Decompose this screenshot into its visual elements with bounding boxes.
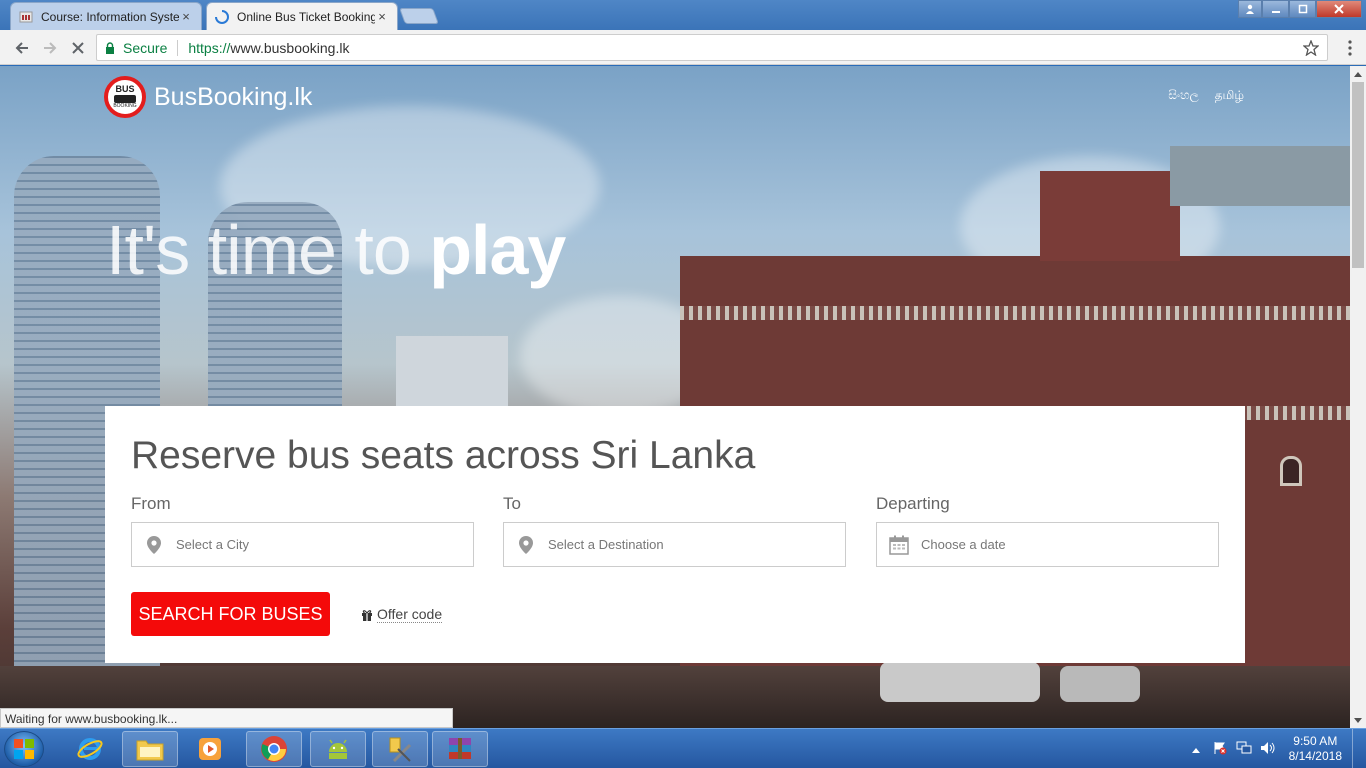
departing-label: Departing: [876, 494, 950, 513]
internet-explorer-icon: [77, 738, 103, 760]
loading-spinner-icon: [215, 9, 229, 24]
close-icon: [72, 42, 84, 54]
close-tab-icon[interactable]: ×: [179, 9, 193, 24]
from-city-input[interactable]: Select a City: [131, 522, 474, 567]
android-icon: [329, 739, 347, 759]
from-label: From: [131, 494, 171, 513]
site-logo[interactable]: BUS BOOKING BusBooking.lk: [104, 76, 312, 118]
stop-loading-button[interactable]: [66, 36, 90, 60]
offer-code-link[interactable]: Offer code: [361, 606, 443, 623]
taskbar-winrar[interactable]: [432, 731, 488, 767]
hero-light-text: It's time to: [106, 211, 430, 289]
minimize-button[interactable]: [1262, 0, 1289, 18]
maximize-button[interactable]: [1289, 0, 1316, 18]
offer-code-label: Offer code: [377, 606, 443, 623]
loading-status-text: Waiting for www.busbooking.lk...: [0, 708, 453, 728]
taskbar-tools[interactable]: [372, 731, 428, 767]
network-icon[interactable]: [1235, 741, 1253, 758]
start-button[interactable]: [4, 731, 44, 767]
action-center-flag-icon[interactable]: [1211, 741, 1229, 758]
close-tab-icon[interactable]: ×: [375, 9, 389, 24]
bookmark-star-icon[interactable]: [1303, 40, 1319, 56]
taskbar-media-player[interactable]: [182, 731, 238, 767]
arrow-right-icon: [44, 42, 57, 54]
departure-date-placeholder: Choose a date: [921, 537, 1006, 552]
page-scrollbar[interactable]: [1350, 66, 1366, 728]
taskbar-android-studio[interactable]: [310, 731, 366, 767]
language-sinhala-link[interactable]: සිංහල: [1168, 88, 1198, 104]
language-switcher: සිංහල தமிழ்: [1168, 88, 1244, 104]
taskbar-file-explorer[interactable]: [122, 731, 178, 767]
volume-icon[interactable]: [1259, 741, 1277, 758]
more-options-icon[interactable]: [1348, 40, 1352, 56]
destination-placeholder: Select a Destination: [548, 537, 664, 552]
tab-label: Online Bus Ticket Booking: [237, 9, 375, 24]
scrollbar-thumb[interactable]: [1352, 82, 1364, 268]
university-icon: [19, 11, 33, 22]
clock-date: 8/14/2018: [1288, 749, 1342, 763]
gift-icon: [362, 609, 372, 621]
map-pin-icon: [504, 535, 548, 554]
browser-titlebar: Course: Information Syste × Online Bus T…: [0, 0, 1366, 30]
folder-icon: [136, 740, 164, 761]
taskbar-internet-explorer[interactable]: [62, 731, 118, 767]
from-city-placeholder: Select a City: [176, 537, 249, 552]
url-host: www.busbooking.lk: [230, 39, 350, 56]
chrome-icon: [261, 736, 287, 762]
divider: [177, 39, 179, 56]
user-profile-icon[interactable]: [1238, 0, 1262, 18]
secure-label: Secure: [123, 39, 168, 56]
search-for-buses-button[interactable]: SEARCH FOR BUSES: [131, 592, 330, 636]
arrow-left-icon: [15, 42, 28, 54]
scroll-down-arrow-icon[interactable]: [1350, 712, 1366, 728]
lock-icon: [106, 41, 114, 54]
bus-logo-icon: BUS BOOKING: [104, 76, 146, 118]
windows-taskbar: 9:50 AM 8/14/2018: [0, 728, 1366, 768]
map-pin-icon: [132, 535, 176, 554]
window-controls: [1238, 0, 1362, 18]
scroll-up-arrow-icon[interactable]: [1350, 66, 1366, 82]
calendar-icon: [877, 535, 921, 555]
search-card: Reserve bus seats across Sri Lanka From …: [105, 406, 1245, 663]
new-tab-button[interactable]: [399, 8, 439, 24]
browser-toolbar: Secure https://www.busbooking.lk: [0, 30, 1366, 65]
taskbar-chrome[interactable]: [246, 731, 302, 767]
search-card-title: Reserve bus seats across Sri Lanka: [131, 434, 756, 477]
logo-badge-bottom-text: BOOKING: [113, 103, 137, 109]
bus-shape: [114, 95, 136, 103]
to-label: To: [503, 494, 521, 513]
page-viewport: BUS BOOKING BusBooking.lk සිංහල தமிழ் It…: [0, 66, 1350, 728]
tab-label: Course: Information Syste: [41, 9, 179, 24]
url-text: https://www.busbooking.lk: [188, 40, 349, 56]
forward-button[interactable]: [38, 36, 62, 60]
url-scheme: https://: [188, 39, 231, 56]
close-window-button[interactable]: [1316, 0, 1362, 18]
clock-time: 9:50 AM: [1293, 734, 1338, 748]
logo-badge-top-text: BUS: [115, 84, 135, 94]
tab-online-bus-ticket-booking[interactable]: Online Bus Ticket Booking ×: [206, 2, 398, 30]
departure-date-input[interactable]: Choose a date: [876, 522, 1219, 567]
media-player-icon: [199, 738, 221, 760]
winrar-icon: [449, 738, 471, 759]
tab-course-information-systems[interactable]: Course: Information Syste ×: [10, 2, 202, 30]
language-tamil-link[interactable]: தமிழ்: [1215, 88, 1244, 104]
hero-bold-text: play: [429, 211, 566, 289]
windows-logo-icon: [14, 739, 34, 759]
address-bar[interactable]: Secure https://www.busbooking.lk: [96, 34, 1328, 61]
show-hidden-icons-icon[interactable]: [1187, 742, 1205, 756]
taskbar-clock[interactable]: 9:50 AM 8/14/2018: [1289, 734, 1342, 764]
destination-input[interactable]: Select a Destination: [503, 522, 846, 567]
show-desktop-button[interactable]: [1352, 729, 1366, 768]
logo-text: BusBooking.lk: [154, 82, 313, 111]
system-tray: 9:50 AM 8/14/2018: [1187, 729, 1366, 768]
hero-headline: It's time to play: [106, 210, 566, 290]
tools-icon: [389, 737, 412, 763]
back-button[interactable]: [10, 36, 34, 60]
